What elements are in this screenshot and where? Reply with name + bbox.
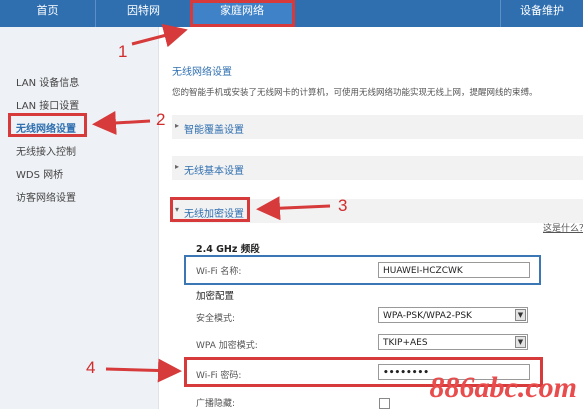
watermark: 886abc.com (429, 371, 577, 404)
arrow-1 (131, 23, 188, 48)
step-number-2: 2 (156, 110, 166, 129)
step-number-1: 1 (118, 42, 128, 61)
arrow-4 (105, 358, 182, 383)
step-number-4: 4 (86, 358, 96, 377)
arrow-2 (92, 110, 151, 135)
annotation-arrows (92, 23, 331, 383)
step-number-3: 3 (338, 196, 348, 215)
arrow-3 (256, 196, 331, 221)
